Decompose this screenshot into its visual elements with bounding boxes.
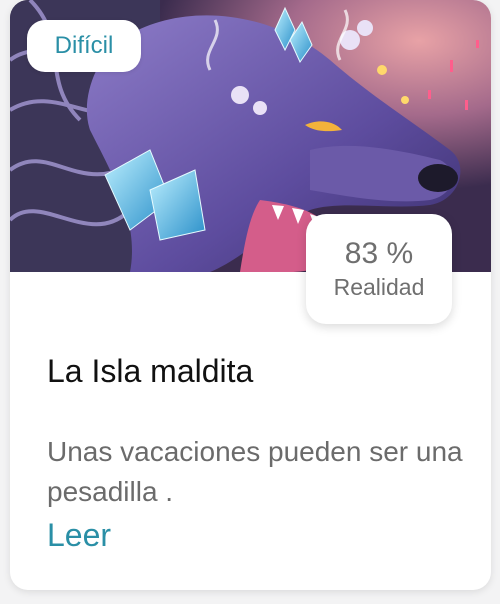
difficulty-badge: Difícil [27,20,141,72]
story-description: Unas vacaciones pueden ser una pesadilla… [47,436,463,507]
story-title: La Isla maldita [47,353,254,389]
story-card[interactable]: Difícil 83 % Realidad La Isla maldita Un… [10,0,491,590]
read-link[interactable]: Leer [47,517,111,554]
realism-badge: 83 % Realidad [306,214,452,324]
realism-value: 83 % [344,237,414,270]
realism-label: Realidad [333,274,425,300]
